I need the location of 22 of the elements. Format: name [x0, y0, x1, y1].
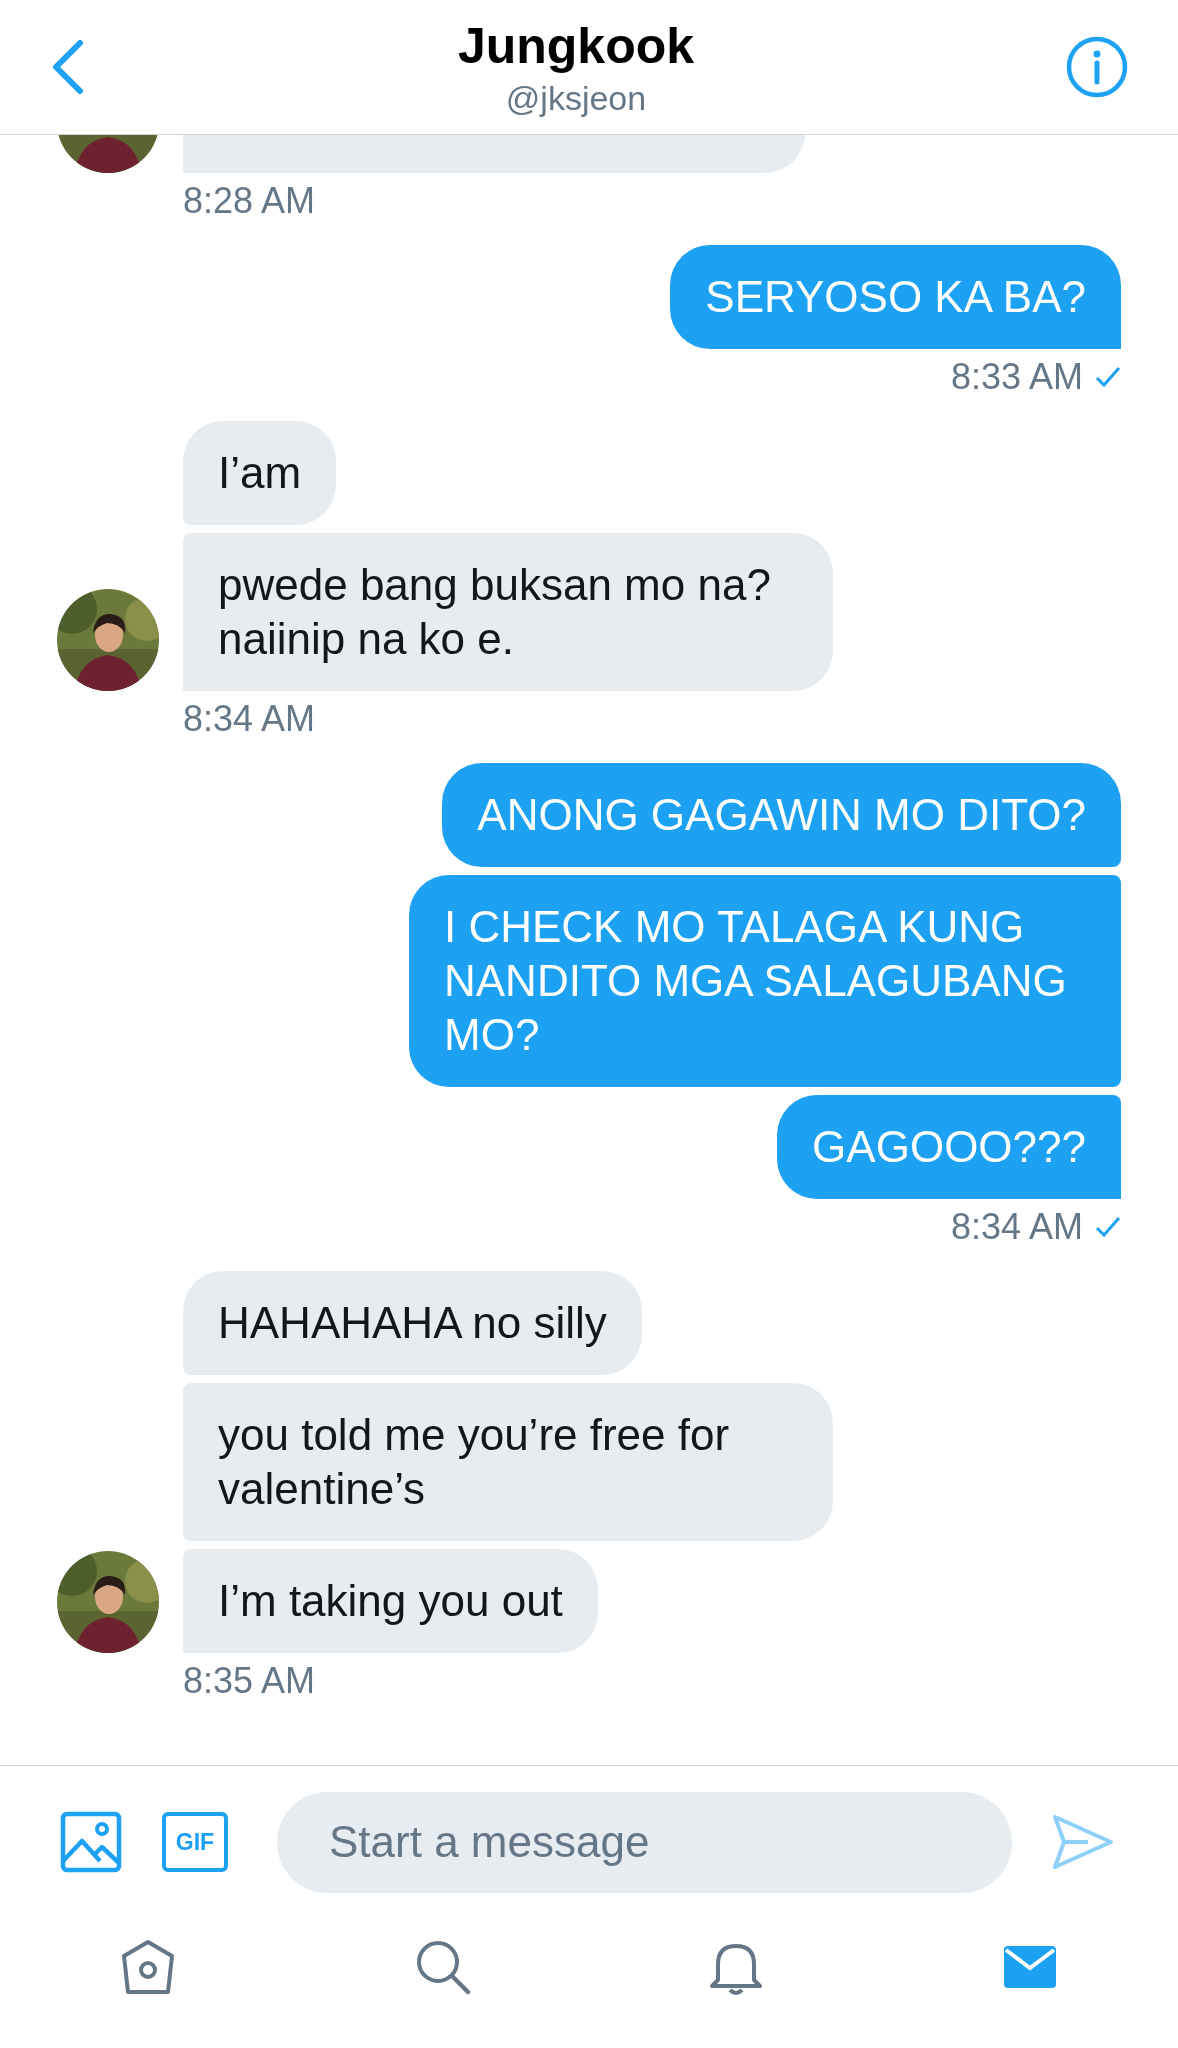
message-bubble: I CHECK MO TALAGA KUNG NANDITO MGA SALAGUBANG MO? — [409, 875, 1121, 1087]
send-icon[interactable] — [1052, 1814, 1114, 1870]
back-icon[interactable] — [50, 39, 86, 95]
message-bubble: you told me you’re free for valentine’s — [183, 1383, 833, 1541]
message-bubble: I’am — [183, 421, 337, 525]
message-bubble: pwede bang buksan mo na? naiinip na ko e. — [183, 533, 833, 691]
image-icon[interactable] — [60, 1811, 122, 1873]
message-input[interactable]: Start a message — [277, 1791, 1012, 1893]
timestamp: 8:34 AM — [183, 697, 316, 741]
timestamp: 8:34 AM — [950, 1205, 1083, 1249]
message-bubble: ANONG GAGAWIN MO DITO? — [442, 763, 1121, 867]
timestamp: 8:35 AM — [183, 1659, 316, 1703]
timestamp: 8:28 AM — [183, 179, 316, 223]
message-bubble: SERYOSO KA BA? — [670, 245, 1121, 349]
message-bubble: I’m taking you out — [183, 1549, 598, 1653]
gif-button[interactable]: GIF — [162, 1812, 228, 1872]
timestamp: 8:33 AM — [950, 355, 1083, 399]
contact-name: Jungkook — [457, 16, 695, 76]
message-bubble: HAHAHAHA no silly — [183, 1271, 642, 1375]
contact-handle: @jksjeon — [505, 78, 647, 119]
info-icon[interactable] — [1066, 36, 1128, 98]
message-bubble: GAGOOO??? — [777, 1095, 1121, 1199]
